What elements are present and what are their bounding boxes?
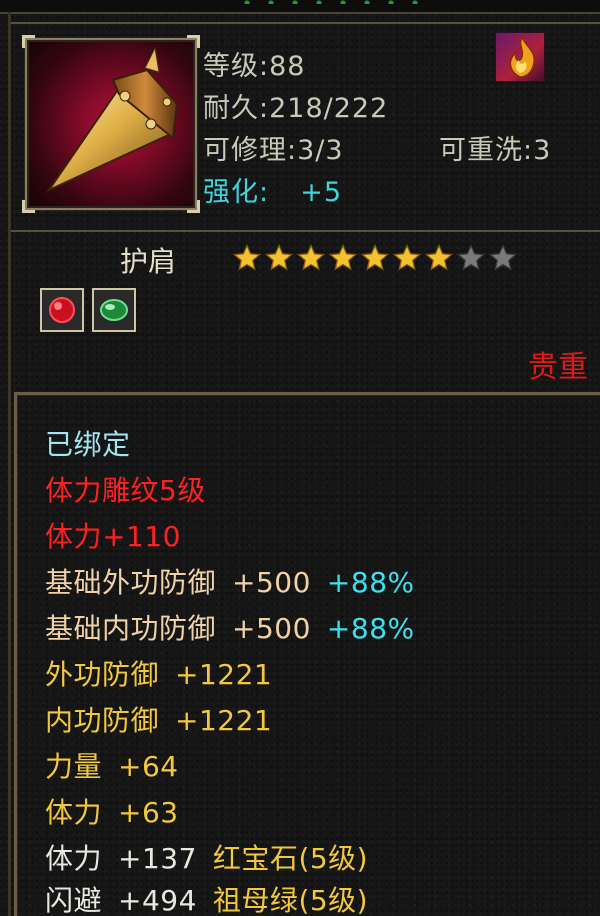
item-name: 护肩 xyxy=(120,245,177,278)
gem-ruby-stat: 体力 +137 红宝石(5级) xyxy=(45,837,368,877)
stat-percent: +88% xyxy=(326,612,415,645)
stat-label: 力量 xyxy=(45,750,103,783)
stat-value: +64 xyxy=(118,750,179,783)
stat-value: +1221 xyxy=(175,704,273,737)
item-icon-frame xyxy=(22,35,200,213)
stat-value: +500 xyxy=(232,612,311,645)
item-durability: 耐久:218/222 xyxy=(203,93,389,124)
gem-slot-emerald[interactable] xyxy=(92,288,136,332)
gem-name: 祖母绿 xyxy=(212,884,299,916)
emerald-gem-icon xyxy=(100,299,128,321)
enhance-value: +5 xyxy=(300,177,343,208)
top-border-ornament xyxy=(235,0,435,4)
item-enhance: 强化: +5 xyxy=(203,170,342,209)
flame-skill-icon[interactable] xyxy=(495,32,545,82)
shoulder-armor-icon xyxy=(46,46,179,193)
base-external-defense: 基础外功防御 +500 +88% xyxy=(45,561,415,601)
star-filled-icon xyxy=(232,243,262,271)
gem-emerald-stat: 闪避 +494 祖母绿(5级) xyxy=(45,879,368,916)
star-empty-icon xyxy=(488,243,518,271)
item-level: 等级:88 xyxy=(203,51,306,82)
item-rarity: 贵重 xyxy=(528,350,588,385)
gem-level: (5级) xyxy=(298,884,369,916)
stat-value: +494 xyxy=(118,884,197,916)
star-filled-icon xyxy=(264,243,294,271)
stat-label: 基础内功防御 xyxy=(45,612,217,645)
star-filled-icon xyxy=(392,243,422,271)
stat-value: +500 xyxy=(232,566,311,599)
enhance-label: 强化: xyxy=(203,177,270,208)
strength-stat: 力量 +64 xyxy=(45,745,179,785)
external-defense: 外功防御 +1221 xyxy=(45,653,272,693)
engrave-text: 体力雕纹5级 xyxy=(45,474,206,507)
stat-value: +137 xyxy=(118,842,197,875)
stat-value: +1221 xyxy=(175,658,273,691)
gem-name: 红宝石 xyxy=(212,842,299,875)
stat-label: 内功防御 xyxy=(45,704,160,737)
stat-value: +63 xyxy=(118,796,179,829)
stat-label: 闪避 xyxy=(45,884,103,916)
flame-icon xyxy=(509,35,535,78)
bound-status: 已绑定 xyxy=(45,428,131,461)
stat-label: 体力 xyxy=(45,796,103,829)
stat-label: 外功防御 xyxy=(45,658,160,691)
base-internal-defense: 基础内功防御 +500 +88% xyxy=(45,607,415,647)
star-filled-icon xyxy=(424,243,454,271)
stat-label: 基础外功防御 xyxy=(45,566,217,599)
tooltip-top-border xyxy=(0,0,600,14)
item-attributes-panel: 已绑定 体力雕纹5级 体力+110 基础外功防御 +500 +88% 基础内功防御 +… xyxy=(14,392,600,916)
internal-defense: 内功防御 +1221 xyxy=(45,699,272,739)
star-filled-icon xyxy=(296,243,326,271)
ruby-gem-icon xyxy=(49,297,75,323)
vitality-stat: 体力 +63 xyxy=(45,791,179,831)
gem-slot-ruby[interactable] xyxy=(40,288,84,332)
gem-level: (5级) xyxy=(298,842,369,875)
engrave-stat: 体力+110 xyxy=(45,520,181,553)
star-empty-icon xyxy=(456,243,486,271)
item-rewash: 可重洗:3 xyxy=(439,135,552,166)
star-filled-icon xyxy=(360,243,390,271)
stat-label: 体力 xyxy=(45,842,103,875)
star-filled-icon xyxy=(328,243,358,271)
stat-percent: +88% xyxy=(326,566,415,599)
item-repairable: 可修理:3/3 xyxy=(203,135,344,166)
item-star-rating xyxy=(232,243,518,273)
